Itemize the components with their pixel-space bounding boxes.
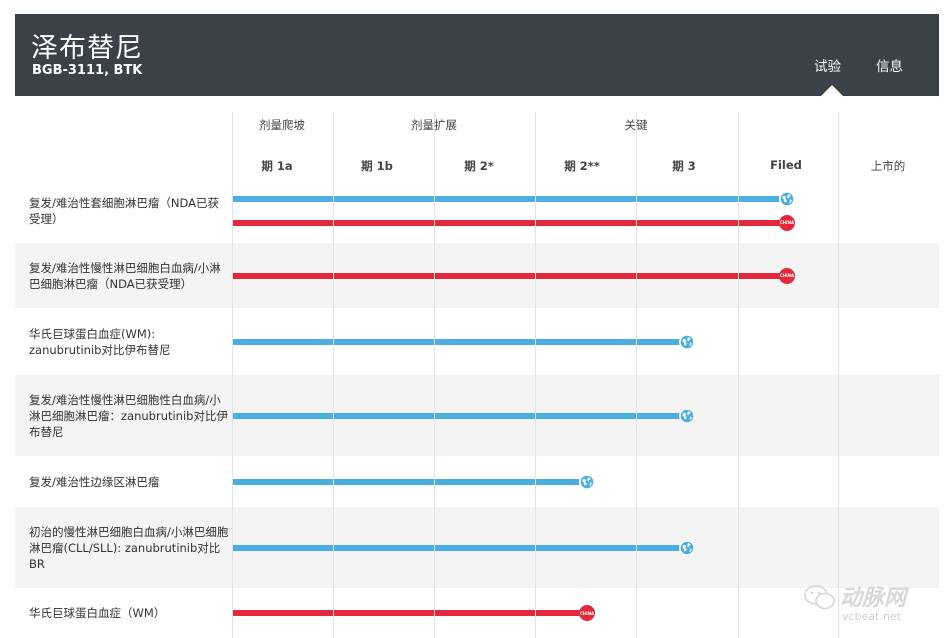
- phase-label-2b: 期 2**: [564, 159, 600, 173]
- phase-label-2a: 期 2*: [464, 159, 494, 173]
- active-tab-indicator: [821, 85, 843, 96]
- pipeline-grid: 复发/难治性套细胞淋巴瘤（NDA已获受理） CHINA 复发/难治性慢性淋巴细胞白血…: [0, 96, 950, 638]
- stage-label-dose-expansion: 剂量扩展: [411, 118, 457, 132]
- column-divider: [535, 112, 536, 638]
- watermark-url: vcbeat.net: [842, 610, 901, 623]
- table-row[interactable]: 复发/难治性慢性淋巴细胞白血病/小淋巴细胞淋巴瘤（NDA已获受理） CHINA: [15, 243, 939, 308]
- china-trial-bar[interactable]: [232, 272, 787, 279]
- china-flag-icon: CHINA: [779, 214, 795, 231]
- tab-info[interactable]: 信息: [876, 55, 903, 75]
- global-trial-bar[interactable]: [232, 478, 587, 485]
- column-divider: [333, 112, 334, 638]
- stage-label-pivotal: 关键: [624, 118, 648, 132]
- globe-icon: [679, 333, 695, 350]
- table-row[interactable]: 复发/难治性边缘区淋巴瘤: [15, 456, 939, 507]
- watermark-name: 动脉网: [840, 586, 907, 611]
- table-row[interactable]: 复发/难治性套细胞淋巴瘤（NDA已获受理） CHINA: [15, 178, 939, 243]
- column-divider: [738, 112, 739, 638]
- global-trial-bar[interactable]: [232, 412, 687, 419]
- table-row[interactable]: 华氏巨球蛋白血症(WM): zanubrutinib对比伊布替尼: [15, 308, 939, 375]
- drug-subtitle: BGB-3111, BTK: [32, 63, 143, 78]
- phase-label-1a: 期 1a: [261, 159, 293, 173]
- china-flag-icon: CHINA: [779, 267, 795, 284]
- column-divider: [232, 112, 233, 638]
- table-row[interactable]: 华氏巨球蛋白血症（WM） CHINA: [15, 588, 939, 638]
- column-divider: [434, 112, 435, 638]
- phase-label-3: 期 3: [672, 159, 696, 173]
- indication-label: 复发/难治性慢性淋巴细胞性白血病/小淋巴细胞淋巴瘤：zanubrutinib对比…: [29, 392, 228, 439]
- table-row[interactable]: 复发/难治性慢性淋巴细胞性白血病/小淋巴细胞淋巴瘤：zanubrutinib对比…: [15, 375, 939, 456]
- global-trial-bar[interactable]: [232, 544, 687, 551]
- table-row[interactable]: 初治的慢性淋巴细胞白血病/小淋巴细胞淋巴瘤(CLL/SLL): zanubrut…: [15, 507, 939, 588]
- drug-title: 泽布替尼: [31, 33, 143, 64]
- indication-label: 初治的慢性淋巴细胞白血病/小淋巴细胞淋巴瘤(CLL/SLL): zanubrut…: [29, 524, 229, 571]
- indication-label: 复发/难治性慢性淋巴细胞白血病/小淋巴细胞淋巴瘤（NDA已获受理）: [29, 260, 221, 291]
- globe-icon: [679, 407, 695, 424]
- watermark: 动脉网 vcbeat.net: [804, 580, 934, 624]
- china-trial-bar[interactable]: [232, 219, 787, 226]
- tab-trials[interactable]: 试验: [814, 55, 841, 75]
- globe-icon: [779, 190, 795, 207]
- indication-label: 华氏巨球蛋白血症（WM）: [29, 606, 166, 620]
- indication-label: 复发/难治性套细胞淋巴瘤（NDA已获受理）: [29, 195, 219, 226]
- globe-icon: [679, 539, 695, 556]
- stage-label-dose-escalation: 剂量爬坡: [259, 118, 305, 132]
- phase-label-1b: 期 1b: [361, 159, 393, 173]
- china-trial-bar[interactable]: [232, 610, 587, 616]
- indication-label: 复发/难治性边缘区淋巴瘤: [29, 474, 160, 489]
- global-trial-bar[interactable]: [232, 338, 687, 345]
- phase-label-marketed: 上市的: [870, 159, 906, 173]
- wechat-icon: [804, 585, 835, 610]
- column-divider: [838, 112, 839, 638]
- column-divider: [636, 112, 637, 638]
- phase-label-filed: Filed: [770, 158, 802, 172]
- globe-icon: [579, 473, 595, 490]
- global-trial-bar[interactable]: [232, 195, 787, 202]
- china-flag-icon: CHINA: [579, 605, 595, 621]
- indication-label: 华氏巨球蛋白血症(WM): zanubrutinib对比伊布替尼: [29, 326, 171, 357]
- drug-header: 泽布替尼 BGB-3111, BTK 试验 信息: [15, 14, 939, 96]
